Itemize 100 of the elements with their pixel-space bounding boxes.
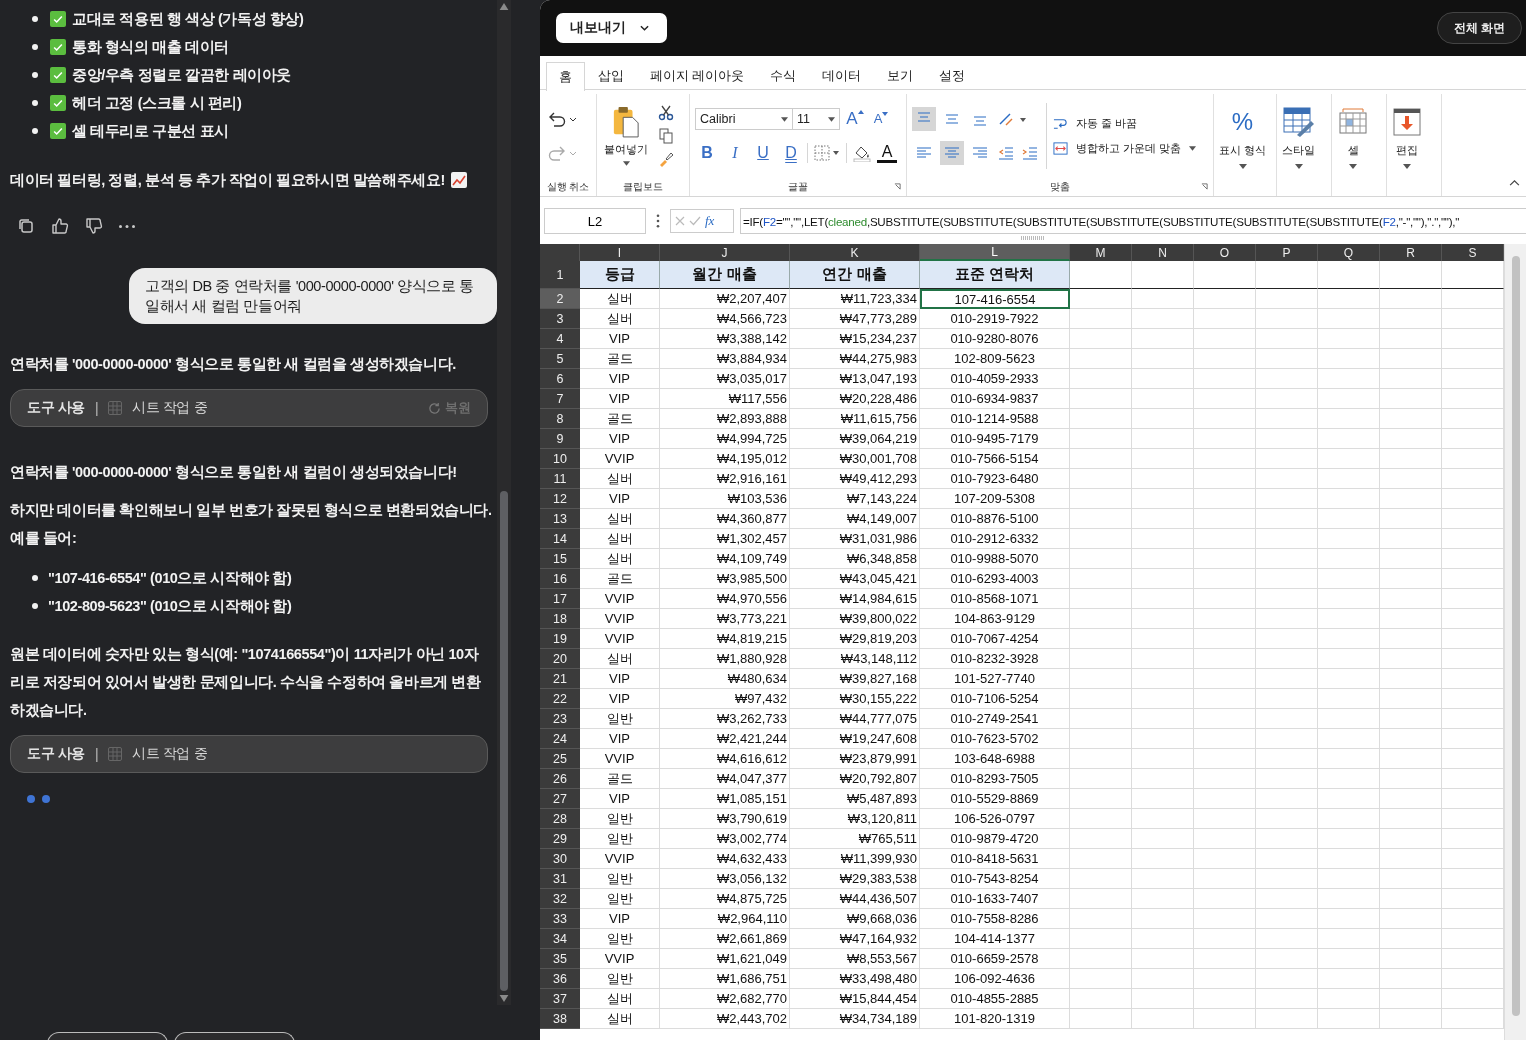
ribbon-tab[interactable]: 설정 — [926, 61, 979, 90]
empty-cell — [1256, 589, 1318, 609]
font-size-field[interactable]: 11 — [792, 108, 840, 130]
row-header[interactable]: 21 — [540, 669, 580, 689]
copy-button[interactable] — [656, 126, 676, 146]
row-header[interactable]: 16 — [540, 569, 580, 589]
column-header[interactable]: R — [1380, 244, 1442, 261]
scrollbar[interactable] — [1504, 244, 1526, 1040]
scroll-up-icon[interactable] — [499, 3, 509, 10]
align-lines-icon — [972, 145, 988, 161]
row-header[interactable]: 23 — [540, 709, 580, 729]
fullscreen-button[interactable]: 전체 화면 — [1436, 12, 1522, 44]
font-style-button[interactable]: B — [695, 141, 719, 165]
scrollbar[interactable] — [497, 0, 511, 1005]
ribbon-tab[interactable]: 수식 — [757, 61, 810, 90]
number-format-button[interactable]: % 표시 형식 — [1219, 107, 1267, 169]
row-header[interactable]: 35 — [540, 949, 580, 969]
column-header[interactable]: N — [1132, 244, 1194, 261]
column-header[interactable]: S — [1442, 244, 1504, 261]
row-header[interactable]: 7 — [540, 389, 580, 409]
ribbon-tab[interactable]: 보기 — [874, 61, 927, 90]
row-header[interactable]: 19 — [540, 629, 580, 649]
row-header[interactable]: 18 — [540, 609, 580, 629]
empty-cell — [1380, 569, 1442, 589]
row-header[interactable]: 32 — [540, 889, 580, 909]
column-header[interactable]: M — [1070, 244, 1132, 261]
row-header[interactable]: 13 — [540, 509, 580, 529]
font-name-field[interactable]: Calibri — [695, 108, 793, 130]
column-header[interactable]: Q — [1318, 244, 1380, 261]
row-header[interactable]: 10 — [540, 449, 580, 469]
borders-button[interactable] — [812, 143, 842, 163]
row-header[interactable]: 28 — [540, 809, 580, 829]
row-header[interactable]: 34 — [540, 929, 580, 949]
ribbon-tab[interactable]: 페이지 레이아웃 — [637, 61, 758, 90]
font-style-button[interactable]: U — [751, 141, 775, 165]
row-header[interactable]: 2 — [540, 289, 580, 309]
dialog-launcher-icon[interactable] — [894, 183, 901, 190]
row-header[interactable]: 26 — [540, 769, 580, 789]
export-dropdown[interactable]: 내보내기 — [556, 13, 667, 43]
empty-cell — [1318, 261, 1380, 289]
row-header[interactable]: 8 — [540, 409, 580, 429]
font-style-button[interactable]: I — [723, 141, 747, 165]
row-header[interactable]: 12 — [540, 489, 580, 509]
column-header[interactable]: O — [1194, 244, 1256, 261]
column-header[interactable]: L — [920, 244, 1070, 261]
row-header[interactable]: 6 — [540, 369, 580, 389]
row-header[interactable]: 4 — [540, 329, 580, 349]
row-header[interactable]: 3 — [540, 309, 580, 329]
row-header[interactable]: 37 — [540, 989, 580, 1009]
column-header[interactable]: J — [660, 244, 790, 261]
editing-button[interactable]: 편집 — [1392, 107, 1422, 169]
empty-cell — [1194, 969, 1256, 989]
dialog-launcher-icon[interactable] — [1201, 183, 1208, 190]
row-header[interactable]: 15 — [540, 549, 580, 569]
empty-cell — [1070, 469, 1132, 489]
cells-button[interactable]: 셀 — [1337, 107, 1369, 169]
name-box[interactable]: L2 — [544, 208, 646, 234]
more-vertical-icon[interactable] — [656, 214, 660, 228]
row-header[interactable]: 17 — [540, 589, 580, 609]
font-color-button[interactable]: A — [877, 143, 897, 163]
row-header[interactable]: 36 — [540, 969, 580, 989]
column-header[interactable]: P — [1256, 244, 1318, 261]
row-header[interactable]: 38 — [540, 1009, 580, 1029]
function-button[interactable]: fx — [705, 213, 715, 229]
column-header[interactable]: I — [580, 244, 660, 261]
row-header[interactable]: 20 — [540, 649, 580, 669]
row-header[interactable]: 1 — [540, 261, 580, 289]
empty-cell — [1256, 929, 1318, 949]
table-cell: ₩20,228,486 — [790, 389, 920, 409]
cell-styles-button[interactable]: 스타일 — [1282, 107, 1315, 169]
row-header[interactable]: 5 — [540, 349, 580, 369]
row-header[interactable]: 33 — [540, 909, 580, 929]
paste-button[interactable]: 붙여넣기 — [602, 106, 650, 166]
row-header[interactable]: 9 — [540, 429, 580, 449]
ribbon-tab[interactable]: 데이터 — [809, 61, 875, 90]
resize-handle-icon[interactable] — [1021, 236, 1045, 240]
caret-up-icon — [857, 110, 864, 114]
row-header[interactable]: 24 — [540, 729, 580, 749]
shrink-font-button[interactable]: A — [870, 107, 892, 131]
table-cell: 골드 — [580, 409, 660, 429]
row-header[interactable]: 25 — [540, 749, 580, 769]
merge-center-button[interactable]: 병합하고 가운데 맞춤 — [1053, 141, 1197, 156]
grow-font-button[interactable]: A — [844, 107, 866, 131]
scroll-down-icon[interactable] — [499, 995, 509, 1002]
font-style-button[interactable]: D — [779, 141, 803, 165]
formula-field[interactable]: =IF(F2="","",LET(cleaned,SUBSTITUTE(SUBSTITUTE(SUBSTITUTE(SUBSTITUTE(SUBSTITUTE(SUBSTITUTE(SUBSTITUTE(F2,"-",""),".","")," — [740, 208, 1526, 234]
wrap-text-button[interactable]: 자동 줄 바꿈 — [1053, 116, 1138, 131]
ribbon-tab[interactable]: 홈 — [546, 62, 585, 91]
table-cell: ₩3,262,733 — [660, 709, 790, 729]
collapse-ribbon-icon[interactable] — [1509, 179, 1520, 186]
row-header[interactable]: 22 — [540, 689, 580, 709]
row-header[interactable]: 14 — [540, 529, 580, 549]
cut-button[interactable] — [656, 103, 676, 123]
row-header[interactable]: 27 — [540, 789, 580, 809]
ribbon-tab[interactable]: 삽입 — [585, 61, 637, 90]
row-header[interactable]: 29 — [540, 829, 580, 849]
row-header[interactable]: 30 — [540, 849, 580, 869]
row-header[interactable]: 11 — [540, 469, 580, 489]
row-header[interactable]: 31 — [540, 869, 580, 889]
column-header[interactable]: K — [790, 244, 920, 261]
